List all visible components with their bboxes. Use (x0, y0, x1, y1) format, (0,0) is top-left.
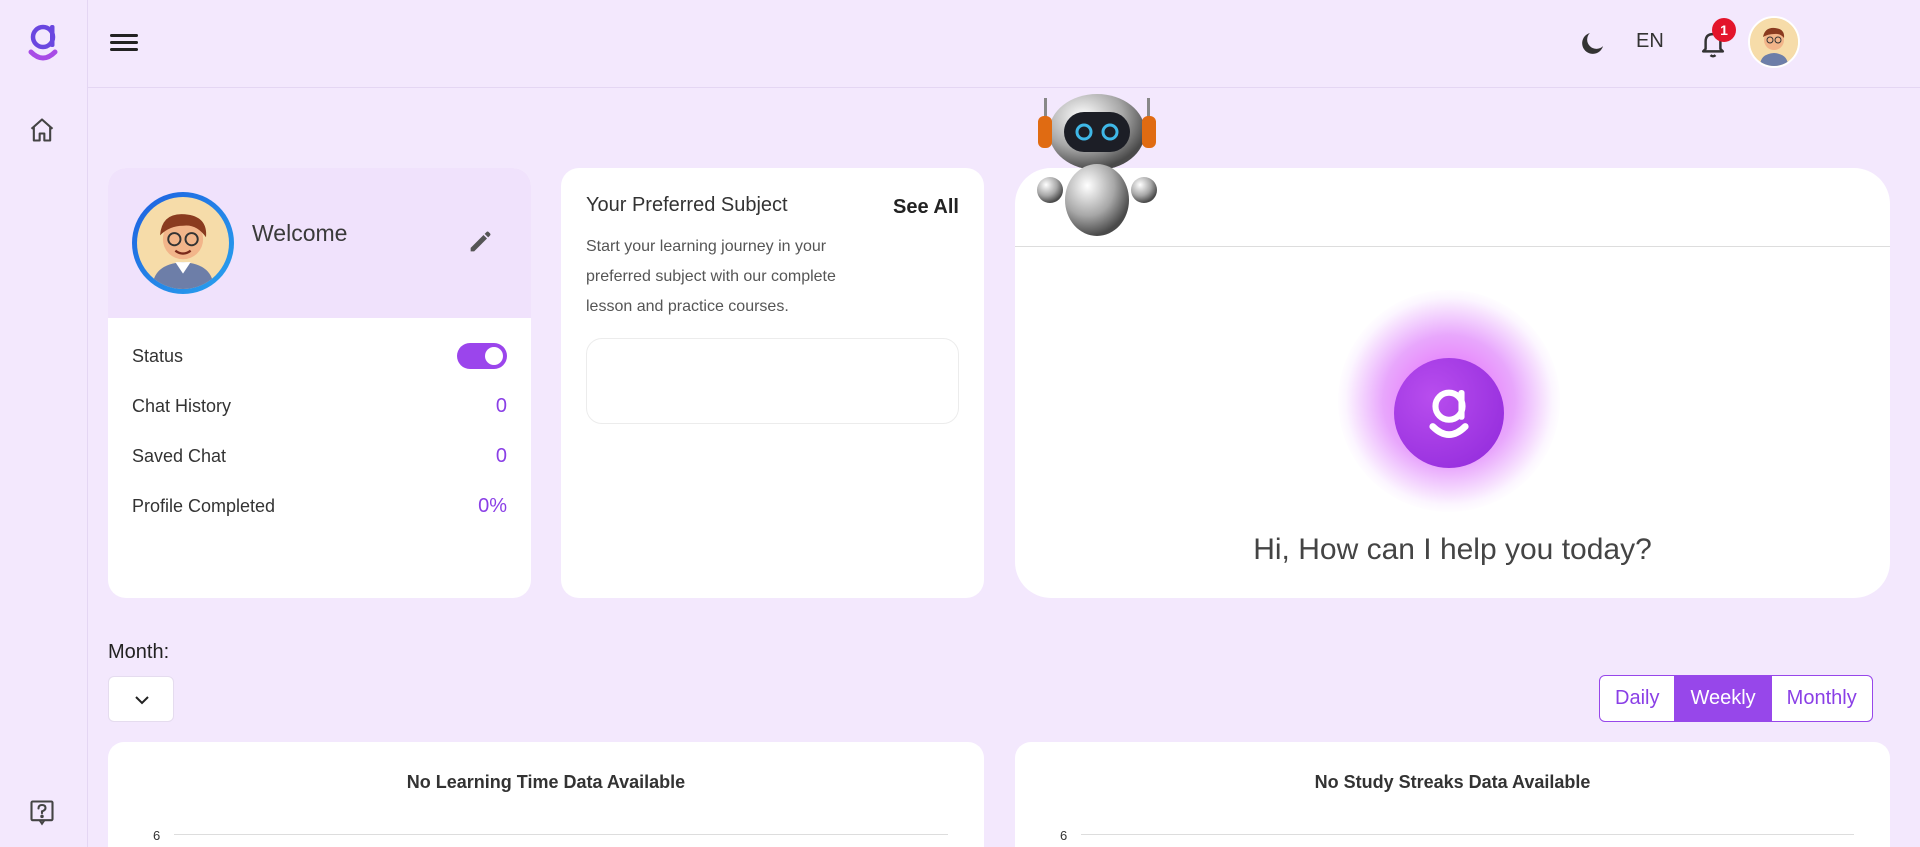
chart-title: No Study Streaks Data Available (1314, 772, 1591, 792)
period-monthly-button[interactable]: Monthly (1772, 676, 1872, 721)
stat-label: Chat History (132, 395, 232, 416)
study-streaks-chart-card: No Study Streaks Data Available 6 (1015, 742, 1890, 847)
chat-greeting: Hi, How can I help you today? (1253, 533, 1652, 566)
chart-title: No Learning Time Data Available (406, 772, 686, 792)
period-weekly-button[interactable]: Weekly (1675, 676, 1772, 721)
preferred-subject-card: Your Preferred Subject See All Start you… (561, 168, 984, 598)
profile-completed-row: Profile Completed 0% (132, 491, 507, 521)
chat-history-row: Chat History 0 (132, 391, 507, 421)
stat-label: Profile Completed (132, 495, 276, 516)
language-selector[interactable]: EN (1636, 30, 1664, 53)
welcome-header: Welcome (108, 168, 531, 318)
welcome-title: Welcome (252, 220, 348, 246)
y-tick-label: 6 (1060, 828, 1068, 843)
home-icon[interactable] (28, 116, 56, 144)
chart-gridline (174, 834, 948, 835)
y-tick-label: 6 (153, 828, 161, 843)
app-logo-icon[interactable] (26, 20, 60, 64)
notification-badge: 1 (1712, 18, 1736, 42)
help-icon[interactable] (28, 798, 56, 826)
robot-mascot-icon (1034, 90, 1160, 240)
stat-value: 0 (495, 444, 507, 467)
period-daily-button[interactable]: Daily (1600, 676, 1676, 721)
chat-divider (1015, 246, 1890, 247)
saved-chat-row: Saved Chat 0 (132, 441, 507, 471)
status-row: Status (132, 341, 507, 371)
stat-label: Status (132, 345, 184, 366)
stat-value: 0 (495, 394, 507, 417)
subject-description: Start your learning journey in your pref… (586, 238, 836, 315)
chart-gridline (1081, 834, 1854, 835)
dark-mode-moon-icon[interactable] (1578, 28, 1608, 58)
status-toggle[interactable] (457, 343, 507, 369)
stat-value: 0% (478, 494, 507, 517)
month-label: Month: (108, 641, 170, 663)
learning-time-chart-card: No Learning Time Data Available 6 (108, 742, 984, 847)
period-toggle-group: Daily Weekly Monthly (1599, 675, 1873, 722)
month-dropdown[interactable] (108, 676, 174, 722)
subject-list-box (586, 338, 959, 424)
stat-label: Saved Chat (132, 445, 227, 466)
ai-assistant-orb-icon[interactable] (1394, 358, 1504, 468)
sidebar (0, 0, 88, 847)
hamburger-menu-icon[interactable] (110, 30, 138, 56)
user-avatar[interactable] (1748, 16, 1800, 68)
profile-avatar (132, 192, 234, 294)
chevron-down-icon (135, 696, 149, 705)
edit-pencil-icon[interactable] (466, 228, 494, 256)
see-all-link[interactable]: See All (893, 196, 959, 219)
subject-title: Your Preferred Subject (586, 194, 788, 216)
welcome-card: Welcome Status Chat History 0 Saved Chat… (108, 168, 531, 598)
